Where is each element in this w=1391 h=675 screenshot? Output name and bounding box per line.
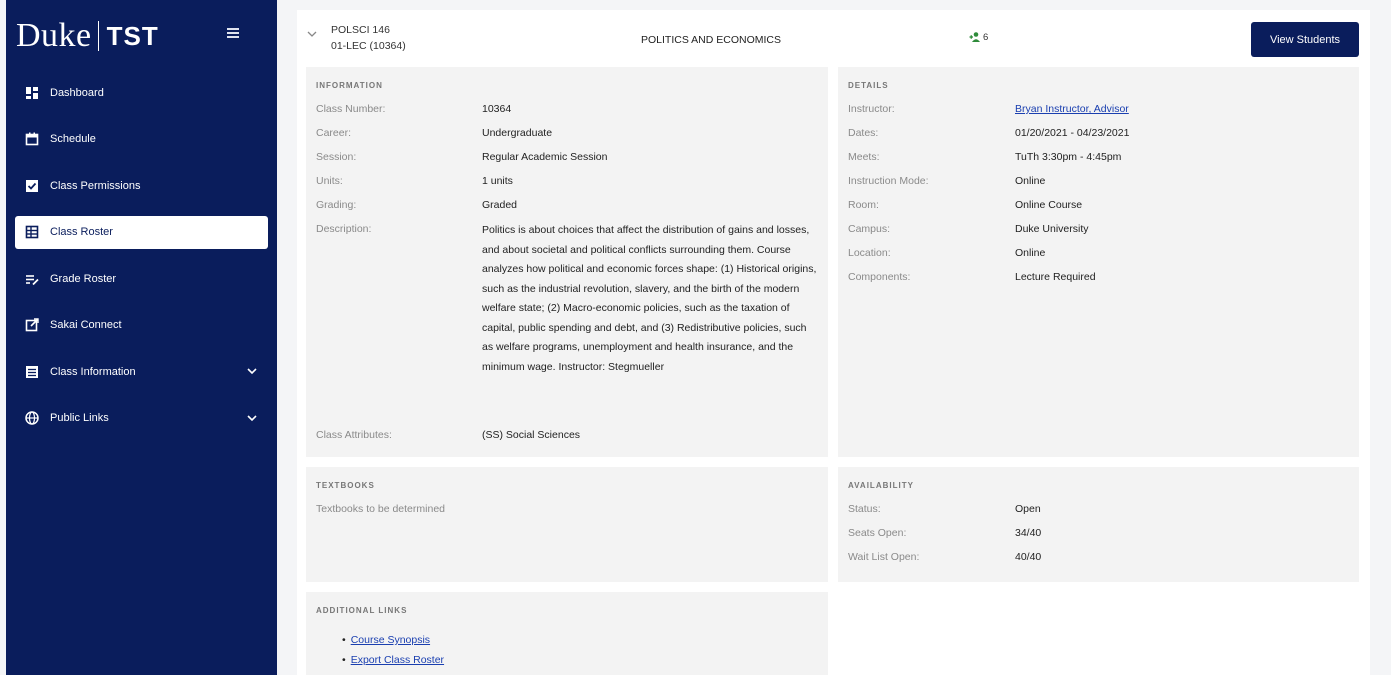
textbooks-panel: TEXTBOOKS Textbooks to be determined [306,467,828,582]
room-value: Online Course [1015,199,1083,211]
sidebar-item-class-information[interactable]: Class Information [15,355,268,388]
class-detail-card: POLSCI 146 01-LEC (10364) POLITICS AND E… [297,10,1370,675]
sidebar-item-label: Dashboard [50,86,104,99]
panel-title: DETAILS [848,81,889,90]
course-code: POLSCI 146 01-LEC (10364) [331,22,406,54]
brand-logo[interactable]: Duke TST [16,14,159,58]
dashboard-icon [25,86,39,100]
sidebar: Duke TST Dashboard Schedule Class Permis… [6,0,277,675]
course-synopsis-link[interactable]: Course Synopsis [351,634,430,646]
class-attributes-label: Class Attributes: [316,429,392,441]
campus-value: Duke University [1015,223,1089,235]
list-item: Export Class Roster [342,650,444,670]
chevron-down-icon[interactable] [247,414,257,422]
grading-label: Grading: [316,199,357,211]
seats-open-value: 34/40 [1015,527,1042,539]
grading-value: Graded [482,199,518,211]
sidebar-item-label: Class Information [50,365,136,378]
person-add-icon [969,32,980,42]
status-value: Open [1015,503,1041,515]
location-value: Online [1015,247,1046,259]
panel-title: AVAILABILITY [848,481,914,490]
panel-title: ADDITIONAL LINKS [316,606,408,615]
availability-panel: AVAILABILITY Status: Open Seats Open: 34… [838,467,1359,582]
instruction-mode-label: Instruction Mode: [848,175,929,187]
brand-tst: TST [106,20,159,51]
dates-value: 01/20/2021 - 04/23/2021 [1015,127,1130,139]
enrollment-count: 6 [969,31,988,43]
calendar-icon [25,132,39,146]
sidebar-item-label: Class Permissions [50,179,141,192]
roster-icon [25,225,39,239]
additional-links-panel: ADDITIONAL LINKS Course Synopsis Export … [306,592,828,675]
wait-list-label: Wait List Open: [848,551,920,563]
list-edit-icon [25,272,39,286]
course-title: POLITICS AND ECONOMICS [641,34,782,46]
sidebar-item-label: Sakai Connect [50,319,122,331]
instructor-label: Instructor: [848,103,895,115]
session-value: Regular Academic Session [482,151,608,163]
view-students-button[interactable]: View Students [1251,22,1359,57]
information-panel: INFORMATION Class Number: 10364 Career: … [306,67,828,457]
session-label: Session: [316,151,357,163]
sidebar-item-class-roster[interactable]: Class Roster [15,215,268,249]
seats-open-label: Seats Open: [848,527,907,539]
description-label: Description: [316,223,372,235]
career-label: Career: [316,127,352,139]
brand-divider [97,21,99,51]
app-window: Duke TST Dashboard Schedule Class Permis… [0,0,1391,675]
globe-icon [25,411,39,425]
sidebar-item-label: Class Roster [50,226,113,238]
instructor-link[interactable]: Bryan Instructor, Advisor [1015,101,1129,117]
chevron-down-icon[interactable] [307,30,317,38]
career-value: Undergraduate [482,127,553,139]
class-number-value: 10364 [482,103,512,115]
menu-icon[interactable] [227,28,239,38]
sidebar-nav: Dashboard Schedule Class Permissions Cla… [6,76,277,448]
meets-value: TuTh 3:30pm - 4:45pm [1015,151,1122,163]
sidebar-item-label: Schedule [50,133,96,145]
checkbox-icon [25,179,39,193]
course-number: POLSCI 146 [331,24,390,36]
class-number-label: Class Number: [316,103,386,115]
class-header[interactable]: POLSCI 146 01-LEC (10364) POLITICS AND E… [297,10,1370,66]
sidebar-item-schedule[interactable]: Schedule [15,123,268,156]
chevron-down-icon[interactable] [247,367,257,375]
status-label: Status: [848,503,881,515]
panel-title: INFORMATION [316,81,383,90]
campus-label: Campus: [848,223,891,235]
sidebar-item-dashboard[interactable]: Dashboard [15,76,268,109]
sidebar-item-label: Public Links [50,412,109,424]
sidebar-item-public-links[interactable]: Public Links [15,402,268,435]
wait-list-value: 40/40 [1015,551,1042,563]
sidebar-item-class-permissions[interactable]: Class Permissions [15,169,268,202]
units-label: Units: [316,175,343,187]
room-label: Room: [848,199,879,211]
instruction-mode-value: Online [1015,175,1046,187]
details-panel: DETAILS Instructor: Bryan Instructor, Ad… [838,67,1359,457]
description-value: Politics is about choices that affect th… [482,224,817,373]
components-value: Lecture Required [1015,271,1096,283]
enrollment-value: 6 [983,31,989,43]
meets-label: Meets: [848,151,880,163]
external-link-icon [25,318,39,332]
class-attributes-value: (SS) Social Sciences [482,429,581,441]
components-label: Components: [848,271,911,283]
export-class-roster-link[interactable]: Export Class Roster [351,654,444,666]
textbooks-text: Textbooks to be determined [316,503,445,515]
location-label: Location: [848,247,891,259]
list-item: Course Synopsis [342,630,444,650]
brand-duke: Duke [16,17,92,54]
sidebar-item-sakai-connect[interactable]: Sakai Connect [15,309,268,342]
panel-title: TEXTBOOKS [316,481,375,490]
info-grid-icon [25,365,39,379]
sidebar-item-label: Grade Roster [50,272,117,285]
sidebar-item-grade-roster[interactable]: Grade Roster [15,262,268,295]
units-value: 1 units [482,175,513,187]
course-section: 01-LEC (10364) [331,40,406,52]
dates-label: Dates: [848,127,879,139]
links-list: Course Synopsis Export Class Roster [342,630,444,670]
